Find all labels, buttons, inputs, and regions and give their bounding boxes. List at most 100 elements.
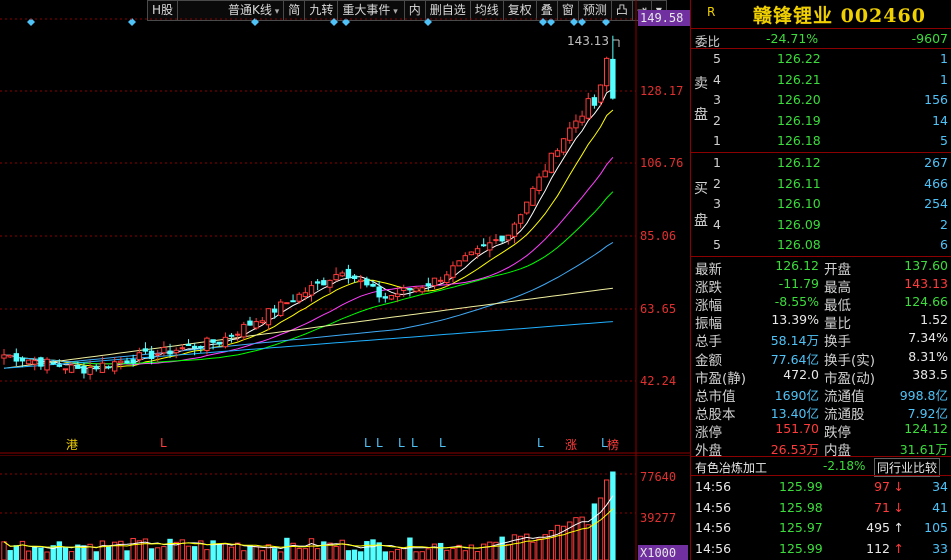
candle-body	[216, 341, 222, 345]
volume-bar	[161, 546, 167, 560]
candle-body	[524, 201, 530, 214]
candle-body	[536, 176, 542, 191]
stat-value: 137.60	[904, 258, 948, 273]
candle-body	[468, 251, 475, 256]
stat-label: 总股本	[695, 406, 736, 423]
buy-level: 4	[713, 216, 721, 232]
event-mark[interactable]: L	[411, 436, 418, 450]
moving-average-line	[3, 88, 614, 369]
volume-bar	[401, 547, 407, 560]
volume-bar	[487, 541, 493, 560]
candle-body	[431, 277, 438, 287]
candle-body	[204, 337, 210, 352]
stat-label: 市盈(静)	[695, 370, 747, 387]
buy-volume: 466	[924, 175, 948, 191]
tick-time: 14:56	[695, 499, 732, 515]
candle-body	[44, 358, 50, 371]
candle-body	[56, 364, 63, 367]
candle-body	[487, 242, 493, 251]
candle-body	[296, 293, 302, 302]
volume-bar	[548, 530, 555, 560]
event-mark[interactable]: 榜	[607, 436, 619, 453]
event-mark[interactable]: 港	[66, 436, 78, 453]
candle-body	[610, 58, 616, 99]
volume-bar	[38, 547, 44, 560]
industry-name[interactable]: 有色冶炼加工	[695, 459, 767, 476]
candle-body	[474, 248, 481, 255]
candle-body	[591, 97, 598, 106]
stat-value: 383.5	[912, 366, 948, 382]
quote-panel: R 赣锋锂业 002460 委比 -24.71% -9607 卖 盘 5 126.…	[690, 0, 951, 560]
stat-value: 124.12	[904, 420, 948, 436]
candle-body	[585, 98, 591, 119]
candle-body	[118, 360, 124, 364]
price-label: 85.06	[640, 229, 677, 243]
sell-level: 4	[713, 71, 721, 87]
volume-bar	[388, 551, 395, 560]
event-mark[interactable]: L	[364, 436, 371, 450]
volume-bar	[333, 545, 339, 560]
sell-volume: 14	[932, 112, 948, 128]
tick-count: 41	[932, 499, 948, 515]
candle-body	[456, 260, 462, 267]
stat-label: 量比	[824, 316, 851, 333]
volume-bar	[235, 542, 241, 560]
candle-body	[327, 279, 333, 288]
event-mark[interactable]: L	[398, 436, 405, 450]
volume-bar	[536, 538, 542, 560]
volume-bar	[296, 548, 302, 560]
tick-price: 125.99	[779, 540, 823, 556]
candle-body	[579, 115, 585, 123]
tick-price: 125.97	[779, 520, 823, 535]
sell-volume: 156	[924, 92, 948, 107]
event-marks-row: 港LLLLLLL涨L榜	[0, 436, 636, 452]
volume-bar	[62, 547, 69, 560]
sell-price: 126.21	[777, 71, 821, 87]
event-mark[interactable]: L	[376, 436, 383, 450]
stat-label: 市盈(动)	[824, 370, 876, 387]
quote-header: R 赣锋锂业 002460	[691, 0, 951, 29]
volume-bar	[56, 541, 63, 560]
candle-body	[271, 308, 278, 313]
volume-bar	[407, 537, 413, 560]
candle-body	[241, 323, 247, 338]
volume-bar	[241, 550, 247, 560]
buy-price: 126.09	[777, 216, 821, 232]
arrow-up-icon: ↑	[893, 520, 904, 535]
stat-label: 涨跌	[695, 280, 722, 297]
candle-body	[413, 287, 419, 292]
volume-bar	[7, 550, 13, 560]
volume-bar	[604, 479, 610, 560]
stat-value: 8.31%	[908, 348, 948, 364]
candle-body	[573, 120, 579, 129]
candle-body	[437, 279, 444, 282]
candle-body	[499, 235, 505, 242]
sell-level: 2	[713, 112, 721, 128]
volume-chart[interactable]	[0, 455, 690, 560]
stat-value: 58.14万	[770, 333, 819, 349]
kline-chart[interactable]	[0, 0, 690, 455]
candle-body	[333, 274, 339, 281]
event-mark[interactable]: L	[537, 436, 544, 450]
volume-bar	[345, 550, 352, 560]
event-mark[interactable]: L	[439, 436, 446, 450]
candle-body	[167, 350, 173, 355]
volume-bar	[228, 546, 235, 560]
volume-bar	[597, 497, 604, 560]
event-mark[interactable]: 涨	[565, 436, 577, 453]
candle-body	[247, 320, 253, 326]
event-mark[interactable]: L	[160, 436, 167, 450]
candle-body	[597, 84, 604, 103]
stat-value: 124.66	[904, 294, 948, 310]
volume-bar	[499, 536, 505, 560]
sell-label: 盘	[694, 107, 708, 123]
buy-price: 126.10	[777, 196, 821, 211]
candle-body	[50, 362, 56, 365]
candle-body	[517, 214, 524, 224]
weicha-value: -9607	[911, 31, 948, 46]
volume-bar	[1, 541, 7, 560]
stat-label: 最新	[695, 262, 722, 278]
volume-bar	[259, 550, 266, 560]
buy-label: 盘	[694, 213, 708, 229]
price-label-top: 149.58	[640, 11, 684, 25]
